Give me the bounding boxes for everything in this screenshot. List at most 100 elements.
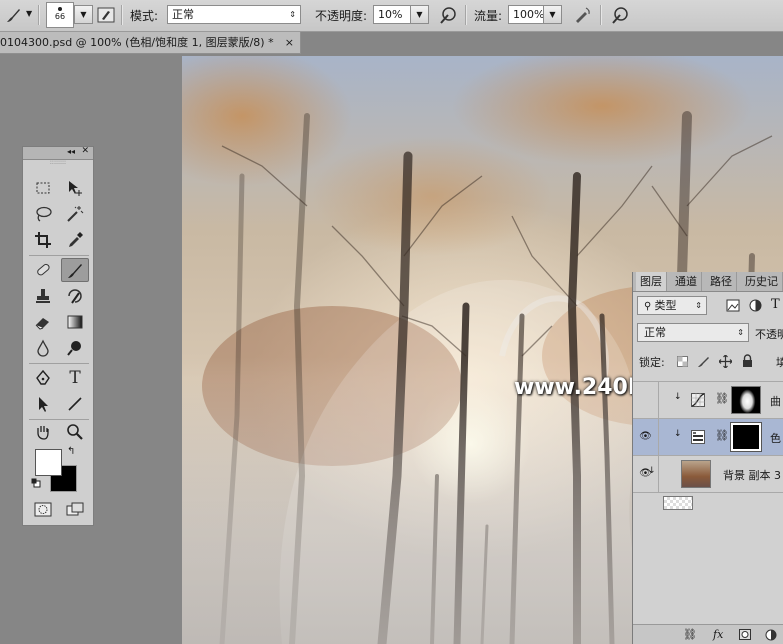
link-layers-icon[interactable]: ⛓	[683, 628, 697, 641]
magic-wand-tool-icon[interactable]	[61, 202, 89, 226]
pressure-opacity-icon[interactable]	[438, 5, 458, 25]
panel-grip[interactable]: ::::::::	[23, 160, 93, 168]
layer-thumbnail	[663, 496, 693, 510]
move-tool-icon[interactable]	[61, 176, 89, 200]
blur-tool-icon[interactable]	[29, 336, 57, 360]
lock-transparent-icon[interactable]	[677, 356, 688, 367]
zoom-tool-icon[interactable]	[61, 420, 89, 444]
layer-visibility-toggle[interactable]	[633, 382, 659, 418]
layer-blend-mode-select[interactable]: 正常 ⇕	[637, 323, 749, 342]
gradient-tool-icon[interactable]	[61, 310, 89, 334]
layer-visibility-eye-icon[interactable]: 👁	[633, 419, 659, 455]
mode-select[interactable]: 正常 ⇕	[167, 5, 301, 24]
mode-select-value: 正常	[172, 8, 194, 21]
layer-row-background-copy-3[interactable]: 👁 ↓ 背景 副本 3	[633, 455, 783, 492]
screen-mode-icon[interactable]	[61, 498, 89, 522]
layer-mask-thumbnail[interactable]	[730, 422, 762, 452]
layers-panel-tabs: 图层 通道 路径 历史记	[633, 272, 783, 292]
marquee-tool-icon[interactable]	[29, 176, 57, 200]
close-panel-icon[interactable]: ✕	[81, 146, 89, 156]
lock-image-pixels-icon[interactable]	[697, 355, 710, 368]
mode-select-chevron-icon: ⇕	[289, 10, 296, 19]
layers-panel-footer: ⛓ fx	[633, 624, 783, 644]
mask-link-icon[interactable]: ⛓	[715, 429, 729, 442]
lock-position-icon[interactable]	[719, 355, 732, 368]
tab-channels[interactable]: 通道	[671, 272, 702, 291]
default-colors-icon[interactable]	[31, 477, 41, 488]
layer-name[interactable]: 背景 副本 3	[723, 467, 781, 483]
hand-tool-icon[interactable]	[29, 420, 57, 444]
brush-size-value: 66	[54, 12, 66, 21]
collapse-panel-icon[interactable]: ◂◂	[67, 147, 75, 156]
layer-row-hue-saturation[interactable]: 👁 ↓ ⛓ 色	[633, 418, 783, 455]
tool-preset-chevron-down-icon[interactable]: ▼	[26, 9, 32, 18]
layer-row-curves[interactable]: ↓ ⛓ 曲	[633, 381, 783, 418]
line-tool-icon[interactable]	[61, 392, 89, 416]
layer-name[interactable]: 色	[770, 430, 781, 446]
layer-name[interactable]: 曲	[770, 393, 781, 409]
type-tool-icon[interactable]: T	[61, 366, 89, 390]
layer-row-partial[interactable]	[633, 492, 783, 512]
blend-chevron-icon: ⇕	[737, 328, 744, 337]
add-layer-style-icon[interactable]: fx	[713, 628, 723, 641]
tab-history[interactable]: 历史记	[741, 272, 783, 291]
eyedropper-tool-icon[interactable]	[61, 228, 89, 252]
eraser-tool-icon[interactable]	[29, 310, 57, 334]
filter-type-icon[interactable]: T	[771, 297, 780, 312]
clipping-mask-arrow-icon: ↓	[674, 392, 682, 402]
opacity-input[interactable]: 10%	[373, 5, 411, 24]
close-document-icon[interactable]: ×	[285, 32, 294, 53]
opacity-label: 不透明度:	[315, 9, 368, 23]
lock-all-icon[interactable]	[742, 354, 753, 368]
filter-adjustment-icon[interactable]	[749, 299, 762, 312]
quick-mask-icon[interactable]	[29, 498, 57, 522]
document-title: 0104300.psd @ 100% (色相/饱和度 1, 图层蒙版/8) *	[0, 36, 274, 49]
filter-search-icon: ⚲	[644, 301, 655, 312]
tab-paths[interactable]: 路径	[706, 272, 737, 291]
healing-brush-tool-icon[interactable]	[29, 258, 57, 282]
new-adjustment-layer-icon[interactable]	[765, 629, 777, 641]
opacity-slider-button[interactable]: ▼	[410, 5, 429, 24]
mode-label: 模式:	[130, 9, 159, 23]
brush-tool-icon[interactable]	[61, 258, 89, 282]
document-tab[interactable]: 0104300.psd @ 100% (色相/饱和度 1, 图层蒙版/8) * …	[0, 32, 301, 54]
foreground-color-swatch[interactable]	[35, 449, 62, 476]
layer-filter-value: 类型	[654, 299, 677, 312]
lock-label: 锁定:	[639, 356, 665, 369]
swap-colors-icon[interactable]: ↰	[67, 446, 75, 457]
brush-tool-icon[interactable]	[4, 5, 24, 25]
pressure-size-icon[interactable]	[610, 5, 630, 25]
add-layer-mask-icon[interactable]	[739, 629, 751, 640]
pen-tool-icon[interactable]	[29, 366, 57, 390]
tools-panel-titlebar[interactable]: ◂◂ ✕	[23, 146, 93, 160]
mask-link-icon[interactable]: ⛓	[715, 392, 729, 405]
clipping-mask-arrow-icon: ↓	[648, 466, 656, 476]
flow-input[interactable]: 100%	[508, 5, 544, 24]
layer-mask-thumbnail[interactable]	[731, 386, 761, 414]
curves-adjustment-icon	[691, 393, 705, 407]
brush-preset-picker[interactable]: 66	[46, 2, 74, 28]
brush-panel-toggle-icon[interactable]	[96, 5, 116, 25]
filter-pixel-icon[interactable]	[726, 299, 740, 312]
hue-saturation-adjustment-icon	[691, 430, 705, 444]
flow-slider-button[interactable]: ▼	[543, 5, 562, 24]
tools-panel: ◂◂ ✕ :::::::: T ↰	[22, 146, 94, 526]
brush-picker-chevron-down-icon[interactable]: ▼	[74, 5, 93, 24]
lasso-tool-icon[interactable]	[29, 202, 57, 226]
blend-mode-value: 正常	[644, 326, 666, 339]
path-selection-tool-icon[interactable]	[29, 392, 57, 416]
layer-opacity-label: 不透明	[755, 328, 783, 341]
layers-panel: 图层 通道 路径 历史记 ⚲ 类型 ⇕ T 正常 ⇕ 不透明 锁定: 填 ↓ ⛓…	[632, 272, 783, 644]
filter-chevron-icon: ⇕	[695, 301, 702, 310]
airbrush-icon[interactable]	[572, 5, 592, 25]
brush-tip-icon	[58, 7, 62, 11]
fill-label: 填	[776, 354, 783, 370]
clone-stamp-tool-icon[interactable]	[29, 284, 57, 308]
tab-layers[interactable]: 图层	[636, 272, 667, 291]
history-brush-tool-icon[interactable]	[61, 284, 89, 308]
flow-label: 流量:	[474, 9, 503, 23]
layer-filter-select[interactable]: ⚲ 类型 ⇕	[637, 296, 707, 315]
layer-thumbnail[interactable]	[681, 460, 711, 488]
dodge-tool-icon[interactable]	[61, 336, 89, 360]
crop-tool-icon[interactable]	[29, 228, 57, 252]
